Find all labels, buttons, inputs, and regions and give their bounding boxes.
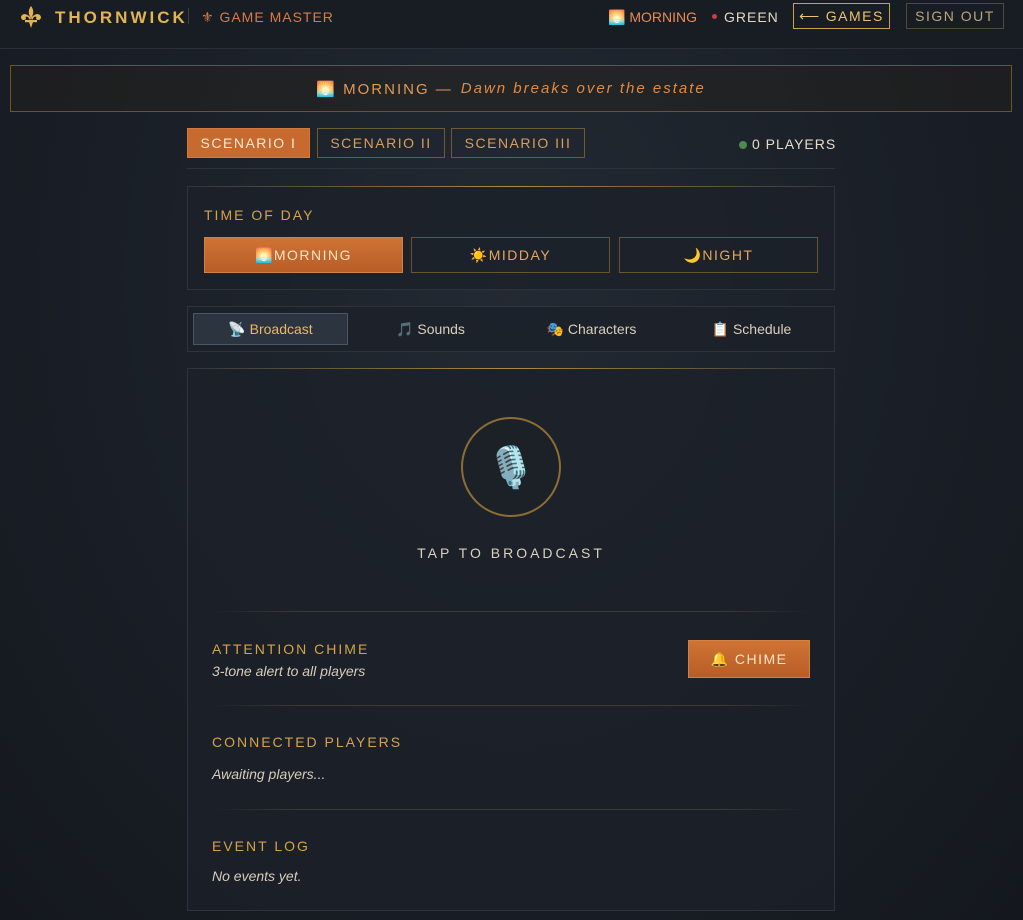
scenario-divider xyxy=(187,168,835,169)
tab-broadcast[interactable]: 📡 Broadcast xyxy=(193,313,348,345)
panel-glow xyxy=(188,186,834,187)
tap-to-broadcast-label: TAP TO BROADCAST xyxy=(417,545,605,561)
top-bar: THORNWICK ⚜ GAME MASTER 🌅 MORNING GREEN … xyxy=(0,0,1023,49)
section-divider xyxy=(212,809,810,810)
players-count: 0 PLAYERS xyxy=(739,136,836,152)
broadcast-panel: 🎙️ TAP TO BROADCAST ATTENTION CHIME 3-to… xyxy=(187,368,835,911)
banner-prefix: 🌅 MORNING — xyxy=(316,80,453,98)
chime-title: ATTENTION CHIME xyxy=(212,641,370,657)
chime-button[interactable]: 🔔 CHIME xyxy=(688,640,810,678)
time-night-button[interactable]: 🌙NIGHT xyxy=(619,237,818,273)
section-divider xyxy=(212,611,810,612)
header-divider xyxy=(188,8,189,24)
connected-players-empty: Awaiting players... xyxy=(212,766,326,782)
event-log-empty: No events yet. xyxy=(212,868,302,884)
role-label: ⚜ GAME MASTER xyxy=(201,9,334,26)
back-arrow-icon: ⟵ xyxy=(799,7,821,24)
time-of-day-title: TIME OF DAY xyxy=(204,207,315,223)
status-dot-icon xyxy=(712,13,717,19)
microphone-icon: 🎙️ xyxy=(486,445,536,490)
connected-players-title: CONNECTED PLAYERS xyxy=(212,734,403,750)
fleur-de-lis-icon xyxy=(21,6,41,28)
tab-schedule[interactable]: 📋 Schedule xyxy=(674,313,829,345)
time-of-day-panel: TIME OF DAY 🌅MORNING ☀️MIDDAY 🌙NIGHT xyxy=(187,186,835,290)
time-midday-button[interactable]: ☀️MIDDAY xyxy=(411,237,610,273)
tab-scenario-2[interactable]: SCENARIO II xyxy=(317,128,445,158)
status-text: GREEN xyxy=(724,9,779,25)
players-count-text: 0 PLAYERS xyxy=(752,136,837,152)
status-indicator: GREEN xyxy=(712,9,779,25)
time-indicator: 🌅 MORNING xyxy=(608,9,697,25)
games-button-label: GAMES xyxy=(825,8,884,24)
time-morning-button[interactable]: 🌅MORNING xyxy=(204,237,403,273)
role-text: GAME MASTER xyxy=(219,9,334,25)
time-banner: 🌅 MORNING — Dawn breaks over the estate xyxy=(10,65,1012,112)
online-dot-icon xyxy=(739,141,747,149)
tab-sounds[interactable]: 🎵 Sounds xyxy=(353,313,508,345)
event-log-title: EVENT LOG xyxy=(212,838,310,854)
panel-glow xyxy=(188,368,834,369)
section-divider xyxy=(212,705,810,706)
mode-tabs: 📡 Broadcast 🎵 Sounds 🎭 Characters 📋 Sche… xyxy=(187,306,835,352)
role-icon: ⚜ xyxy=(201,9,215,25)
sign-out-button[interactable]: SIGN OUT xyxy=(906,3,1004,29)
chime-description: 3-tone alert to all players xyxy=(212,663,366,679)
app-brand: THORNWICK xyxy=(55,8,188,27)
broadcast-mic-button[interactable]: 🎙️ xyxy=(461,417,561,517)
tab-scenario-3[interactable]: SCENARIO III xyxy=(451,128,585,158)
tab-scenario-1[interactable]: SCENARIO I xyxy=(187,128,310,158)
banner-subtitle: Dawn breaks over the estate xyxy=(460,80,706,97)
tab-characters[interactable]: 🎭 Characters xyxy=(514,313,669,345)
games-button[interactable]: ⟵ GAMES xyxy=(793,3,890,29)
